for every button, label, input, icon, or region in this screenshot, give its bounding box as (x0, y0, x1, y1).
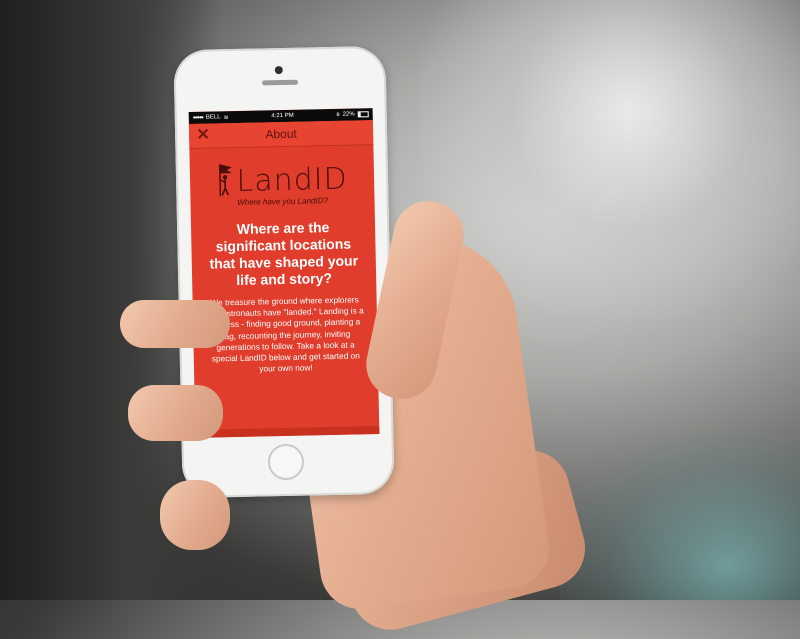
bottom-strip (195, 426, 380, 438)
nav-bar: ✕ About (188, 120, 374, 149)
page-title: About (265, 126, 297, 142)
hand-finger-1 (120, 300, 230, 348)
about-body-text: We treasure the ground where explorers a… (205, 294, 364, 374)
front-camera (274, 65, 283, 75)
signal-icon: ●●●●● (192, 114, 203, 121)
hand-finger-2 (128, 385, 223, 441)
wifi-icon: ≋ (223, 114, 229, 121)
background-teal (560, 430, 800, 600)
landid-logo: LandID (200, 159, 365, 199)
about-content: LandID Where have you LandID? Where are … (189, 145, 378, 382)
tagline: Where have you LandID? (237, 196, 328, 207)
close-button[interactable]: ✕ (193, 125, 213, 145)
hand-finger-3 (160, 480, 230, 550)
bluetooth-icon: ʙ (336, 111, 340, 118)
earpiece-speaker (261, 79, 299, 86)
headline: Where are the significant locations that… (209, 219, 359, 288)
home-button[interactable] (267, 443, 305, 481)
app-screen: ●●●●● BELL ≋ 4:21 PM ʙ 22% ✕ About LandI… (188, 108, 380, 438)
battery-icon (357, 111, 369, 118)
logo-text: LandID (236, 161, 348, 199)
close-icon: ✕ (196, 126, 210, 144)
flag-figure-icon (219, 164, 233, 197)
carrier-label: BELL (205, 114, 221, 121)
status-time: 4:21 PM (271, 112, 294, 120)
battery-percent: 22% (342, 111, 355, 118)
